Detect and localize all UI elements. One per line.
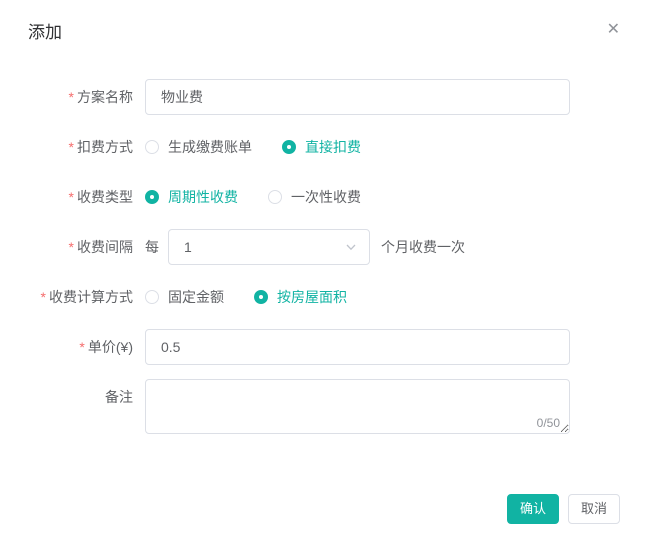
form-row-charge-type: *收费类型 周期性收费 一次性收费: [28, 179, 620, 215]
form-row-unit-price: *单价(¥): [28, 329, 620, 365]
dialog-title: 添加: [28, 20, 62, 45]
required-asterisk: *: [69, 89, 74, 105]
radio-fixed-amount[interactable]: 固定金额: [145, 287, 224, 307]
radio-icon: [145, 290, 159, 304]
dialog-footer: 确认 取消: [507, 494, 620, 524]
radio-icon: [254, 290, 268, 304]
cancel-button[interactable]: 取消: [568, 494, 620, 524]
form-row-deduct-method: *扣费方式 生成缴费账单 直接扣费: [28, 129, 620, 165]
radio-icon: [268, 190, 282, 204]
form-row-plan-name: *方案名称: [28, 79, 620, 115]
charge-type-label: *收费类型: [28, 179, 145, 215]
required-asterisk: *: [69, 239, 74, 255]
close-icon[interactable]: ✕: [607, 22, 620, 38]
required-asterisk: *: [79, 339, 84, 355]
radio-onetime-charge[interactable]: 一次性收费: [268, 187, 361, 207]
deduct-method-label: *扣费方式: [28, 129, 145, 165]
radio-icon: [282, 140, 296, 154]
dialog-header: 添加 ✕: [28, 20, 620, 45]
radio-periodic-charge[interactable]: 周期性收费: [145, 187, 238, 207]
calc-method-label: *收费计算方式: [28, 279, 145, 315]
required-asterisk: *: [69, 139, 74, 155]
remark-textarea[interactable]: [145, 379, 570, 434]
remark-label: 备注: [28, 379, 145, 415]
radio-icon: [145, 140, 159, 154]
interval-prefix-text: 每: [145, 237, 159, 257]
confirm-button[interactable]: 确认: [507, 494, 559, 524]
plan-name-input[interactable]: [145, 79, 570, 115]
radio-generate-bill[interactable]: 生成缴费账单: [145, 137, 252, 157]
unit-price-input[interactable]: [145, 329, 570, 365]
radio-direct-deduct[interactable]: 直接扣费: [282, 137, 361, 157]
form-row-remark: 备注 0/50: [28, 379, 620, 439]
form-row-calc-method: *收费计算方式 固定金额 按房屋面积: [28, 279, 620, 315]
interval-suffix-text: 个月收费一次: [381, 237, 465, 257]
charge-interval-label: *收费间隔: [28, 229, 145, 265]
radio-by-house-area[interactable]: 按房屋面积: [254, 287, 347, 307]
interval-select-value: 1: [184, 239, 192, 255]
chevron-down-icon: [345, 241, 357, 253]
radio-icon: [145, 190, 159, 204]
form-row-charge-interval: *收费间隔 每 1 个月收费一次: [28, 229, 620, 265]
plan-name-label: *方案名称: [28, 79, 145, 115]
required-asterisk: *: [41, 289, 46, 305]
required-asterisk: *: [69, 189, 74, 205]
add-dialog: 添加 ✕ *方案名称 *扣费方式 生成缴费账单 直接扣费 *收费类型 周: [0, 0, 646, 551]
unit-price-label: *单价(¥): [28, 329, 145, 365]
interval-select[interactable]: 1: [168, 229, 370, 265]
